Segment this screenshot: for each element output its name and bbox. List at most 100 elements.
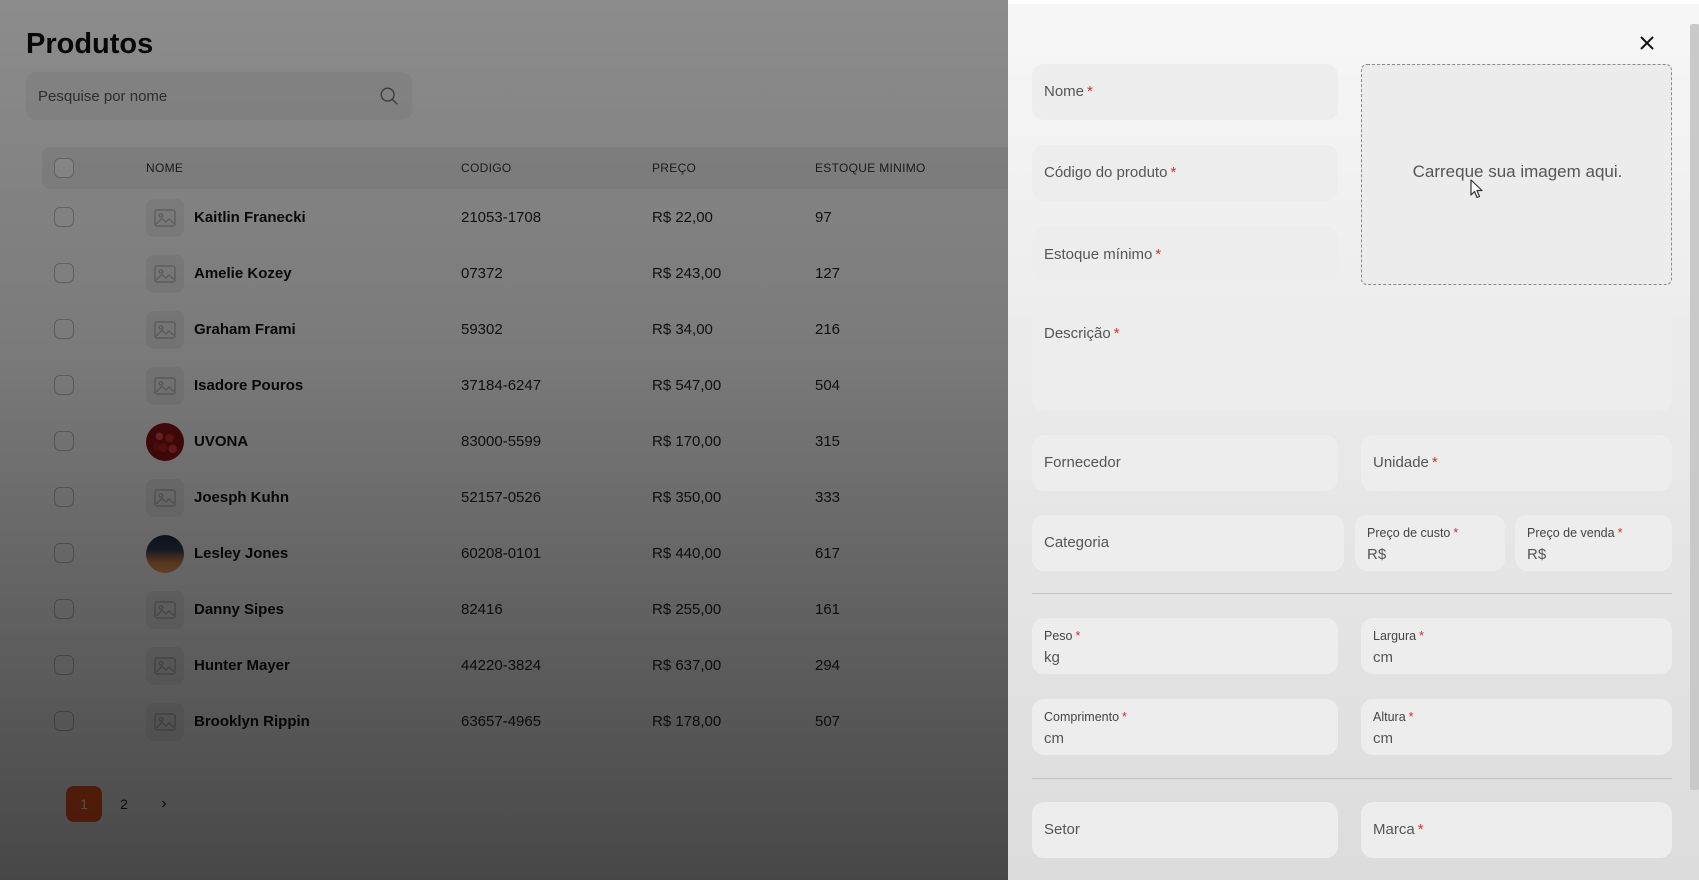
- nome-label: Nome: [1044, 83, 1085, 100]
- product-code: 52157-0526: [461, 489, 542, 506]
- product-name: UVONA: [194, 433, 249, 450]
- row-checkbox[interactable]: [54, 711, 74, 731]
- row-checkbox[interactable]: [54, 263, 74, 283]
- peso-label: Peso: [1044, 629, 1073, 643]
- product-thumbnail: [146, 367, 184, 405]
- product-name: Danny Sipes: [194, 601, 285, 618]
- product-code: 83000-5599: [461, 433, 542, 450]
- required-mark: *: [1170, 164, 1177, 181]
- upload-text: Carreque sua imagem aqui.: [1412, 162, 1623, 181]
- product-price: R$ 243,00: [652, 265, 722, 282]
- codigo-field[interactable]: Código do produto *: [1032, 145, 1338, 201]
- products-table: NOME CODIGO PREÇO ESTOQUE MINIMO Kaitlin…: [42, 147, 1022, 749]
- descricao-field[interactable]: Descrição *: [1032, 309, 1672, 411]
- required-mark: *: [1408, 710, 1414, 724]
- product-name: Graham Frami: [194, 321, 296, 338]
- length-unit: cm: [1044, 730, 1064, 747]
- table-row[interactable]: Danny Sipes 82416 R$ 255,00 161: [42, 581, 1022, 637]
- product-code: 82416: [461, 601, 503, 618]
- product-min-stock: 617: [815, 545, 841, 562]
- required-mark: *: [1113, 325, 1120, 342]
- product-thumbnail: [146, 591, 184, 629]
- table-row[interactable]: Kaitlin Franecki 21053-1708 R$ 22,00 97: [42, 189, 1022, 245]
- required-mark: *: [1075, 629, 1081, 643]
- marca-field[interactable]: Marca *: [1361, 802, 1672, 858]
- column-header-nome[interactable]: NOME: [146, 161, 183, 175]
- row-checkbox[interactable]: [54, 319, 74, 339]
- product-price: R$ 547,00: [652, 377, 722, 394]
- required-mark: *: [1453, 526, 1459, 540]
- table-row[interactable]: Graham Frami 59302 R$ 34,00 216: [42, 301, 1022, 357]
- close-icon[interactable]: [1635, 31, 1659, 55]
- column-header-estoque[interactable]: ESTOQUE MINIMO: [815, 161, 926, 175]
- table-row[interactable]: Joesph Kuhn 52157-0526 R$ 350,00 333: [42, 469, 1022, 525]
- estoque-field[interactable]: Estoque mínimo *: [1032, 227, 1338, 283]
- preco-venda-label: Preço de venda: [1527, 526, 1615, 540]
- fornecedor-field[interactable]: Fornecedor: [1032, 435, 1338, 491]
- largura-label: Largura: [1373, 629, 1417, 643]
- length-unit: cm: [1373, 730, 1393, 747]
- setor-label: Setor: [1044, 821, 1080, 838]
- product-price: R$ 350,00: [652, 489, 722, 506]
- unidade-label: Unidade: [1373, 454, 1429, 471]
- peso-field[interactable]: Peso * kg: [1032, 618, 1338, 674]
- length-unit: cm: [1373, 649, 1393, 666]
- product-code: 60208-0101: [461, 545, 542, 562]
- product-name: Joesph Kuhn: [194, 489, 290, 506]
- search-icon[interactable]: [378, 85, 400, 107]
- select-all-checkbox[interactable]: [54, 158, 74, 178]
- setor-field[interactable]: Setor: [1032, 802, 1338, 858]
- nome-field[interactable]: Nome *: [1032, 64, 1338, 120]
- product-price: R$ 637,00: [652, 657, 722, 674]
- table-body: Kaitlin Franecki 21053-1708 R$ 22,00 97 Amel…: [42, 189, 1022, 749]
- preco-custo-field[interactable]: Preço de custo * R$: [1355, 515, 1505, 571]
- row-checkbox[interactable]: [54, 375, 74, 395]
- table-row[interactable]: Hunter Mayer 44220-3824 R$ 637,00 294: [42, 637, 1022, 693]
- table-row[interactable]: Brooklyn Rippin 63657-4965 R$ 178,00 507: [42, 693, 1022, 749]
- product-price: R$ 34,00: [652, 321, 713, 338]
- row-checkbox[interactable]: [54, 207, 74, 227]
- row-checkbox[interactable]: [54, 487, 74, 507]
- table-row[interactable]: UVONA 83000-5599 R$ 170,00 315: [42, 413, 1022, 469]
- product-code: 37184-6247: [461, 377, 542, 394]
- search-input[interactable]: [38, 72, 368, 120]
- column-header-preco[interactable]: PREÇO: [652, 161, 696, 175]
- scrollbar[interactable]: [1690, 24, 1699, 790]
- largura-field[interactable]: Largura * cm: [1361, 618, 1672, 674]
- altura-field[interactable]: Altura * cm: [1361, 699, 1672, 755]
- next-page-button[interactable]: ›: [146, 786, 182, 822]
- product-name: Amelie Kozey: [194, 265, 292, 282]
- row-checkbox[interactable]: [54, 431, 74, 451]
- row-checkbox[interactable]: [54, 655, 74, 675]
- table-row[interactable]: Isadore Pouros 37184-6247 R$ 547,00 504: [42, 357, 1022, 413]
- product-code: 44220-3824: [461, 657, 542, 674]
- required-mark: *: [1431, 454, 1438, 471]
- table-header: NOME CODIGO PREÇO ESTOQUE MINIMO: [42, 147, 1022, 189]
- table-row[interactable]: Lesley Jones 60208-0101 R$ 440,00 617: [42, 525, 1022, 581]
- row-checkbox[interactable]: [54, 599, 74, 619]
- currency-prefix: R$: [1527, 546, 1547, 563]
- product-price: R$ 178,00: [652, 713, 722, 730]
- row-checkbox[interactable]: [54, 543, 74, 563]
- product-name: Kaitlin Franecki: [194, 209, 306, 226]
- product-code: 63657-4965: [461, 713, 542, 730]
- product-thumbnail: [146, 535, 184, 573]
- categoria-field[interactable]: Categoria: [1032, 515, 1344, 571]
- comprimento-field[interactable]: Comprimento * cm: [1032, 699, 1338, 755]
- preco-venda-field[interactable]: Preço de venda * R$: [1515, 515, 1672, 571]
- page-2-button[interactable]: 2: [106, 786, 142, 822]
- image-upload-dropzone[interactable]: Carreque sua imagem aqui.: [1361, 64, 1672, 285]
- page-1-button[interactable]: 1: [66, 786, 102, 822]
- required-mark: *: [1617, 526, 1623, 540]
- required-mark: *: [1122, 710, 1127, 724]
- descricao-label: Descrição: [1044, 325, 1111, 342]
- page-title: Produtos: [26, 28, 154, 60]
- table-row[interactable]: Amelie Kozey 07372 R$ 243,00 127: [42, 245, 1022, 301]
- product-form-drawer: Nome * Código do produto * Estoque mínimo *…: [1008, 4, 1699, 880]
- required-mark: *: [1417, 821, 1424, 838]
- section-divider: [1032, 778, 1672, 779]
- column-header-codigo[interactable]: CODIGO: [461, 161, 511, 175]
- search-box[interactable]: [26, 72, 412, 120]
- unidade-field[interactable]: Unidade *: [1361, 435, 1672, 491]
- product-thumbnail: [146, 423, 184, 461]
